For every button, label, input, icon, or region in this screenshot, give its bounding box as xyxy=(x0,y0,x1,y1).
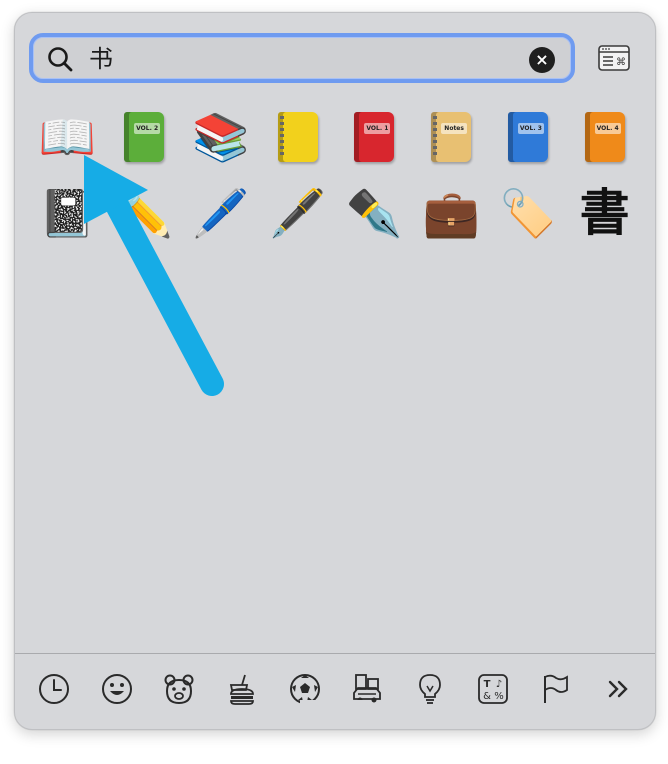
pen-icon: 🖊️ xyxy=(192,186,250,240)
emoji-results-grid: 📖 VOL. 2 📚 VOL. 1 Notes VOL. 3 VOL. 4 📓 ✏️ 🖊️ 🖋️ ✒️… xyxy=(29,99,643,251)
emoji-result-pencil[interactable]: ✏️ xyxy=(106,175,183,251)
briefcase-icon: 💼 xyxy=(422,186,480,240)
smileys-icon xyxy=(101,674,132,704)
svg-text:⌘: ⌘ xyxy=(616,57,626,68)
more-icon xyxy=(608,680,628,698)
category-divider xyxy=(15,653,655,654)
search-input[interactable]: 书 xyxy=(89,43,113,75)
food-icon xyxy=(229,674,254,705)
emoji-picker-popover: 书 × ⌘ 📖 VOL. 2 📚 VOL. 1 Notes VOL. 3 VOL. 4 📓 ✏️… xyxy=(14,12,656,730)
category-flags-button[interactable] xyxy=(532,669,578,709)
svg-text:T: T xyxy=(483,679,490,690)
emoji-result-briefcase[interactable]: 💼 xyxy=(413,175,490,251)
blue-book-icon: VOL. 3 xyxy=(507,112,548,162)
kanji-sho-icon: 書 xyxy=(579,184,630,242)
search-icon xyxy=(48,47,73,72)
red-book-icon: VOL. 1 xyxy=(354,112,395,162)
books-stack-icon: 📚 xyxy=(192,110,250,164)
ledger-icon: Notes xyxy=(431,112,472,162)
popover-pointer-cover xyxy=(300,700,370,716)
svg-text:%: % xyxy=(494,691,504,702)
yellow-notebook-icon xyxy=(277,112,318,162)
orange-book-icon: VOL. 4 xyxy=(584,112,625,162)
emoji-result-fountain-pen-alt[interactable]: ✒️ xyxy=(336,175,413,251)
fountain-pen-alt-icon: ✒️ xyxy=(345,186,404,240)
emoji-result-books-stack[interactable]: 📚 xyxy=(183,99,260,175)
character-viewer-icon[interactable]: ⌘ xyxy=(598,45,630,71)
symbols-icon: T ♪&% xyxy=(477,674,508,704)
emoji-result-red-book[interactable]: VOL. 1 xyxy=(336,99,413,175)
category-recent-button[interactable] xyxy=(31,669,77,709)
emoji-result-blue-book[interactable]: VOL. 3 xyxy=(490,99,567,175)
close-icon: × xyxy=(535,50,549,69)
emoji-result-bookmark-tag[interactable]: 🏷️ xyxy=(490,175,567,251)
pencil-icon: ✏️ xyxy=(115,186,173,240)
category-more-button[interactable] xyxy=(595,669,641,709)
category-symbols-button[interactable]: T ♪ &% xyxy=(470,669,516,709)
clear-search-button[interactable]: × xyxy=(529,47,555,73)
svg-text:♪: ♪ xyxy=(495,679,501,690)
flags-icon xyxy=(544,674,569,703)
search-field[interactable]: 书 × xyxy=(29,33,575,83)
emoji-result-fountain-pen[interactable]: 🖋️ xyxy=(259,175,336,251)
recent-icon xyxy=(39,674,69,704)
objects-icon xyxy=(419,674,441,704)
category-animals-button[interactable] xyxy=(156,669,202,709)
animals-icon xyxy=(164,674,194,705)
green-book-icon: VOL. 2 xyxy=(124,112,165,162)
emoji-result-green-book[interactable]: VOL. 2 xyxy=(106,99,183,175)
fountain-pen-icon: 🖋️ xyxy=(268,186,327,240)
emoji-result-open-book[interactable]: 📖 xyxy=(29,99,106,175)
emoji-result-pen[interactable]: 🖊️ xyxy=(183,175,260,251)
category-food-button[interactable] xyxy=(219,669,265,709)
category-objects-button[interactable] xyxy=(407,669,453,709)
emoji-result-ledger[interactable]: Notes xyxy=(413,99,490,175)
emoji-result-kanji-sho[interactable]: 書 xyxy=(566,175,643,251)
open-book-icon: 📖 xyxy=(38,110,97,164)
emoji-result-yellow-notebook[interactable] xyxy=(259,99,336,175)
emoji-result-composition-notebook[interactable]: 📓 xyxy=(29,175,106,251)
emoji-result-orange-book[interactable]: VOL. 4 xyxy=(566,99,643,175)
bookmark-tag-icon: 🏷️ xyxy=(499,186,557,240)
category-smileys-button[interactable] xyxy=(94,669,140,709)
svg-text:&: & xyxy=(483,691,491,702)
composition-notebook-icon: 📓 xyxy=(38,186,97,240)
